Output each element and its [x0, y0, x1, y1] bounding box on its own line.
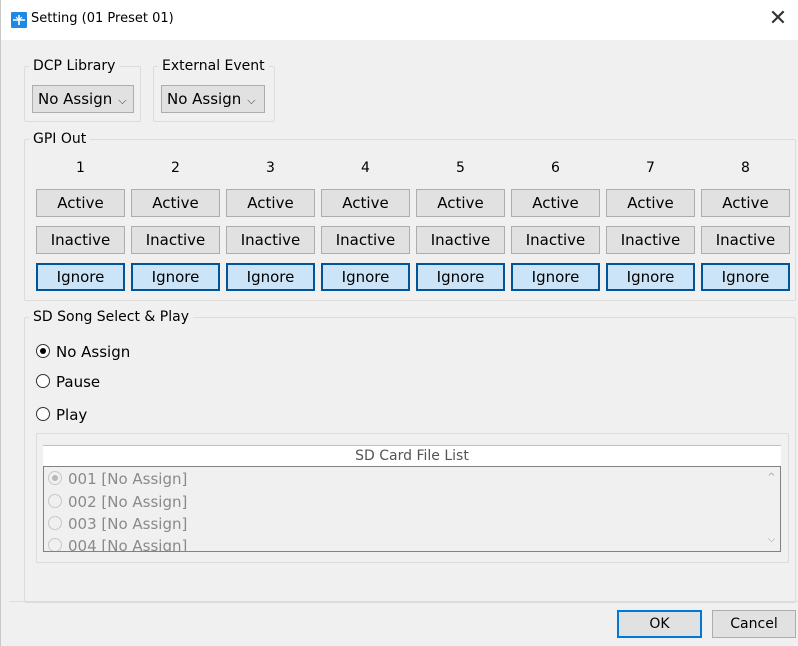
gpi-6-active-button[interactable]: Active — [511, 189, 600, 217]
gpi-column-number: 4 — [361, 160, 370, 176]
radio-unchecked-icon — [36, 374, 50, 388]
file-list-item: 003 [No Assign] — [48, 513, 187, 535]
gpi-6-inactive-button[interactable]: Inactive — [511, 226, 600, 254]
file-list-scrollbar[interactable]: ^ ⌵ — [763, 467, 780, 551]
gpi-column-number: 3 — [266, 160, 275, 176]
cancel-button[interactable]: Cancel — [712, 610, 796, 638]
radio-label: No Assign — [56, 343, 131, 361]
file-item-label: 002 [No Assign] — [68, 493, 188, 511]
gpi-1-inactive-button[interactable]: Inactive — [36, 226, 125, 254]
gpi-column-number: 8 — [741, 160, 750, 176]
chevron-down-icon: ⌵ — [118, 94, 127, 107]
footer-divider — [9, 601, 798, 602]
gpi-2-ignore-button[interactable]: Ignore — [131, 263, 220, 291]
gpi-column-number: 7 — [646, 160, 655, 176]
gpi-3-active-button[interactable]: Active — [226, 189, 315, 217]
radio-checked-icon — [48, 471, 62, 485]
sd-file-list-header: SD Card File List — [43, 445, 781, 467]
ok-button[interactable]: OK — [617, 610, 702, 638]
gpi-2-active-button[interactable]: Active — [131, 189, 220, 217]
gpi-3-ignore-button[interactable]: Ignore — [226, 263, 315, 291]
title-bar: Setting (01 Preset 01) ✕ — [1, 0, 798, 40]
gpi-5-ignore-button[interactable]: Ignore — [416, 263, 505, 291]
radio-unchecked-icon — [36, 407, 50, 421]
gpi-4-active-button[interactable]: Active — [321, 189, 410, 217]
sd-file-list: 001 [No Assign] 002 [No Assign] 003 [No … — [43, 466, 781, 552]
radio-pause[interactable]: Pause — [36, 371, 100, 393]
sd-song-legend: SD Song Select & Play — [33, 309, 189, 325]
gpi-4-inactive-button[interactable]: Inactive — [321, 226, 410, 254]
gpi-7-ignore-button[interactable]: Ignore — [606, 263, 695, 291]
gpi-column-number: 2 — [171, 160, 180, 176]
settings-dialog: Setting (01 Preset 01) ✕ DCP Library No … — [0, 0, 798, 646]
file-list-item: 002 [No Assign] — [48, 491, 187, 513]
file-list-item: 004 [No Assign] — [48, 535, 188, 552]
gpi-8-active-button[interactable]: Active — [701, 189, 790, 217]
gpi-2-inactive-button[interactable]: Inactive — [131, 226, 220, 254]
gpi-column-number: 5 — [456, 160, 465, 176]
gpi-5-active-button[interactable]: Active — [416, 189, 505, 217]
radio-unchecked-icon — [48, 494, 62, 508]
external-event-dropdown[interactable]: No Assign ⌵ — [161, 85, 265, 113]
gpi-3-inactive-button[interactable]: Inactive — [226, 226, 315, 254]
app-logo-icon — [11, 12, 27, 28]
radio-unchecked-icon — [48, 516, 62, 530]
gpi-column-number: 6 — [551, 160, 560, 176]
radio-label: Pause — [56, 373, 101, 391]
gpi-8-ignore-button[interactable]: Ignore — [701, 263, 790, 291]
gpi-1-ignore-button[interactable]: Ignore — [36, 263, 125, 291]
gpi-8-inactive-button[interactable]: Inactive — [701, 226, 790, 254]
file-item-label: 001 [No Assign] — [68, 470, 188, 488]
dcp-library-dropdown[interactable]: No Assign ⌵ — [32, 85, 134, 113]
radio-play[interactable]: Play — [36, 404, 87, 426]
gpi-4-ignore-button[interactable]: Ignore — [321, 263, 410, 291]
file-list-item: 001 [No Assign] — [48, 468, 187, 490]
dcp-library-legend: DCP Library — [33, 58, 116, 74]
gpi-6-ignore-button[interactable]: Ignore — [511, 263, 600, 291]
radio-unchecked-icon — [48, 538, 62, 551]
radio-checked-icon — [36, 344, 50, 358]
radio-no-assign[interactable]: No Assign — [36, 341, 130, 363]
close-icon[interactable]: ✕ — [765, 6, 791, 32]
file-item-label: 004 [No Assign] — [68, 537, 188, 552]
window-title: Setting (01 Preset 01) — [31, 11, 174, 26]
chevron-down-icon: ⌵ — [247, 94, 256, 107]
gpi-7-active-button[interactable]: Active — [606, 189, 695, 217]
gpi-column-number: 1 — [76, 160, 85, 176]
dcp-library-value: No Assign — [38, 90, 113, 108]
gpi-5-inactive-button[interactable]: Inactive — [416, 226, 505, 254]
file-item-label: 003 [No Assign] — [68, 515, 188, 533]
external-event-legend: External Event — [162, 58, 265, 74]
external-event-value: No Assign — [167, 90, 242, 108]
radio-label: Play — [56, 406, 88, 424]
gpi-out-legend: GPI Out — [33, 131, 87, 147]
scroll-down-icon[interactable]: ⌵ — [763, 531, 780, 548]
gpi-1-active-button[interactable]: Active — [36, 189, 125, 217]
scroll-up-icon[interactable]: ^ — [763, 469, 780, 486]
gpi-7-inactive-button[interactable]: Inactive — [606, 226, 695, 254]
